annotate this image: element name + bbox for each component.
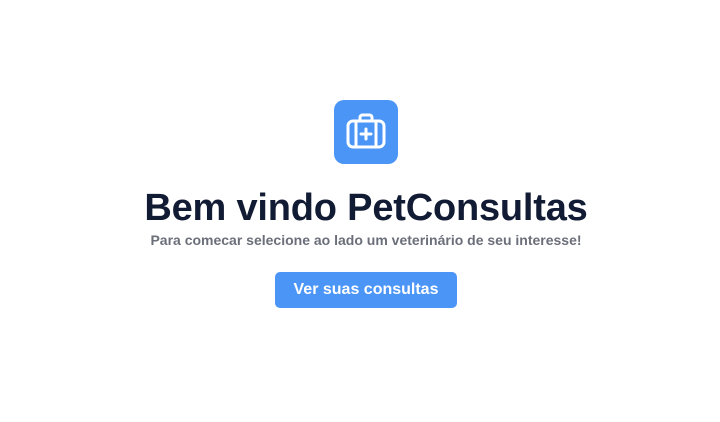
welcome-page: Bem vindo PetConsultas Para comecar sele… [0, 0, 720, 422]
medical-kit-icon [334, 100, 398, 164]
page-title: Bem vindo PetConsultas [144, 187, 588, 229]
view-appointments-button[interactable]: Ver suas consultas [275, 272, 457, 308]
page-subtitle: Para comecar selecione ao lado um veteri… [150, 232, 582, 248]
